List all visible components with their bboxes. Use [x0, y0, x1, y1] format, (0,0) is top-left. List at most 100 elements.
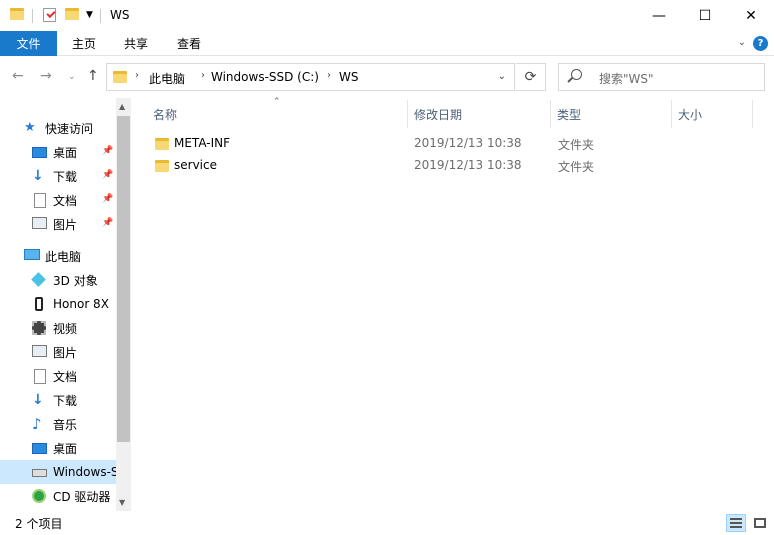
scroll-up-arrow-icon[interactable]: ▲ [119, 102, 125, 111]
column-header-label: 修改日期 [414, 107, 463, 122]
column-header-type[interactable]: 类型 [557, 98, 671, 130]
nav-item-label: 音乐 [53, 417, 78, 432]
file-date: 2019/12/13 10:38 [414, 136, 522, 150]
item-count: 2 个项目 [15, 517, 63, 531]
download-icon: ↓ [32, 392, 44, 408]
computer-icon [24, 249, 40, 260]
video-icon [32, 321, 46, 335]
refresh-button[interactable]: ⟳ [516, 63, 546, 91]
nav-item-windows-ssd[interactable]: Windows-SSD (C:) [0, 460, 116, 484]
divider [32, 9, 33, 23]
nav-item-desktop-pc[interactable]: 桌面 [0, 436, 116, 460]
breadcrumb-separator-icon[interactable]: › [201, 70, 205, 81]
breadcrumb-separator-icon[interactable]: › [327, 70, 331, 81]
column-divider[interactable] [550, 100, 551, 128]
tab-view[interactable]: 查看 [169, 31, 209, 56]
address-row: ← → ⌄ ↑ › 此电脑 › Windows-SSD (C:) › WS ⌄ … [0, 56, 774, 98]
nav-item-downloads-pc[interactable]: ↓ 下载 [0, 388, 116, 412]
nav-item-label: 快速访问 [45, 121, 94, 136]
document-icon [34, 369, 46, 384]
folder-icon [113, 71, 127, 83]
forward-arrow-icon[interactable]: → [40, 68, 52, 84]
pictures-icon [32, 217, 47, 229]
divider [100, 9, 101, 23]
minimize-button[interactable]: — [636, 0, 682, 31]
folder-icon [10, 8, 24, 20]
large-icons-view-icon [754, 518, 766, 528]
table-row[interactable]: service 2019/12/13 10:38 文件夹 [147, 155, 747, 177]
status-bar: 2 个项目 [0, 511, 774, 535]
pin-icon: 📌 [102, 146, 114, 156]
window-title: WS [110, 8, 130, 22]
nav-item-label: 下载 [53, 169, 78, 184]
column-header-size[interactable]: 大小 [678, 98, 752, 130]
nav-item-this-pc[interactable]: 此电脑 [0, 244, 116, 268]
recent-locations-chevron-icon[interactable]: ⌄ [68, 72, 76, 82]
new-folder-icon[interactable] [65, 8, 79, 20]
phone-icon [35, 297, 43, 311]
column-divider[interactable] [671, 100, 672, 128]
column-divider[interactable] [407, 100, 408, 128]
search-input[interactable]: 搜索"WS" [558, 63, 765, 91]
column-header-label: 大小 [678, 107, 703, 122]
download-icon: ↓ [32, 168, 44, 184]
nav-item-quick-access[interactable]: ★ 快速访问 [0, 116, 116, 140]
expand-ribbon-chevron-icon[interactable]: ⌄ [738, 37, 746, 48]
title-bar: ▼ WS — ☐ ✕ [0, 0, 774, 31]
up-arrow-icon[interactable]: ↑ [87, 68, 99, 84]
address-history-chevron-icon[interactable]: ⌄ [498, 71, 506, 82]
search-placeholder: 搜索"WS" [599, 72, 654, 86]
nav-item-videos[interactable]: 视频 [0, 316, 116, 340]
column-divider[interactable] [752, 100, 753, 128]
pin-icon: 📌 [102, 170, 114, 180]
music-icon: ♪ [32, 415, 42, 433]
breadcrumb-this-pc[interactable]: 此电脑 [149, 70, 185, 87]
tab-file[interactable]: 文件 [0, 31, 57, 56]
nav-item-label: 视频 [53, 321, 78, 336]
nav-scrollbar[interactable]: ▲ ▼ [116, 98, 131, 511]
nav-item-label: 文档 [53, 369, 78, 384]
nav-item-pictures-pc[interactable]: 图片 [0, 340, 116, 364]
scrollbar-thumb[interactable] [117, 116, 130, 442]
details-view-icon [730, 518, 742, 528]
nav-item-label: 3D 对象 [53, 273, 98, 288]
back-arrow-icon[interactable]: ← [12, 68, 24, 84]
tab-home[interactable]: 主页 [64, 31, 104, 56]
nav-item-music[interactable]: ♪ 音乐 [0, 412, 116, 436]
customize-quick-access-chevron-icon[interactable]: ▼ [86, 10, 93, 20]
column-header-date[interactable]: 修改日期 [414, 98, 550, 130]
nav-item-label: Windows-SSD (C:) [53, 465, 116, 479]
address-bar[interactable]: › 此电脑 › Windows-SSD (C:) › WS ⌄ [106, 63, 515, 91]
large-icons-view-button[interactable] [750, 514, 770, 532]
nav-item-cd-drive[interactable]: CD 驱动器 [0, 484, 116, 508]
details-view-button[interactable] [726, 514, 746, 532]
nav-item-desktop[interactable]: 桌面 [0, 140, 116, 164]
scroll-down-arrow-icon[interactable]: ▼ [119, 498, 125, 507]
breadcrumb-separator-icon[interactable]: › [135, 70, 139, 81]
tab-share[interactable]: 共享 [116, 31, 156, 56]
nav-item-honor-8x[interactable]: Honor 8X [0, 292, 116, 316]
nav-item-pictures[interactable]: 图片 [0, 212, 116, 236]
nav-item-label: 图片 [53, 345, 78, 360]
close-button[interactable]: ✕ [728, 0, 774, 31]
pictures-icon [32, 345, 47, 357]
file-name: META-INF [174, 136, 231, 150]
ribbon-tabs: 文件 主页 共享 查看 ⌄ ? [0, 31, 774, 56]
breadcrumb-drive[interactable]: Windows-SSD (C:) [211, 70, 319, 84]
desktop-icon [32, 147, 47, 158]
folder-icon [155, 138, 169, 150]
nav-item-label: 桌面 [53, 441, 78, 456]
nav-item-downloads[interactable]: ↓ 下载 [0, 164, 116, 188]
nav-item-documents[interactable]: 文档 [0, 188, 116, 212]
nav-item-3d-objects[interactable]: 3D 对象 [0, 268, 116, 292]
help-icon[interactable]: ? [753, 36, 768, 51]
nav-item-documents-pc[interactable]: 文档 [0, 364, 116, 388]
maximize-button[interactable]: ☐ [682, 0, 728, 31]
3d-objects-icon [31, 272, 46, 287]
pin-icon: 📌 [102, 218, 114, 228]
breadcrumb-folder[interactable]: WS [339, 70, 358, 84]
navigation-pane: ★ 快速访问 桌面 📌 ↓ 下载 📌 文档 📌 图片 📌 此电脑 3D 对象 H… [0, 98, 131, 511]
nav-item-label: 文档 [53, 193, 78, 208]
table-row[interactable]: META-INF 2019/12/13 10:38 文件夹 [147, 133, 747, 155]
properties-icon[interactable] [43, 8, 56, 22]
